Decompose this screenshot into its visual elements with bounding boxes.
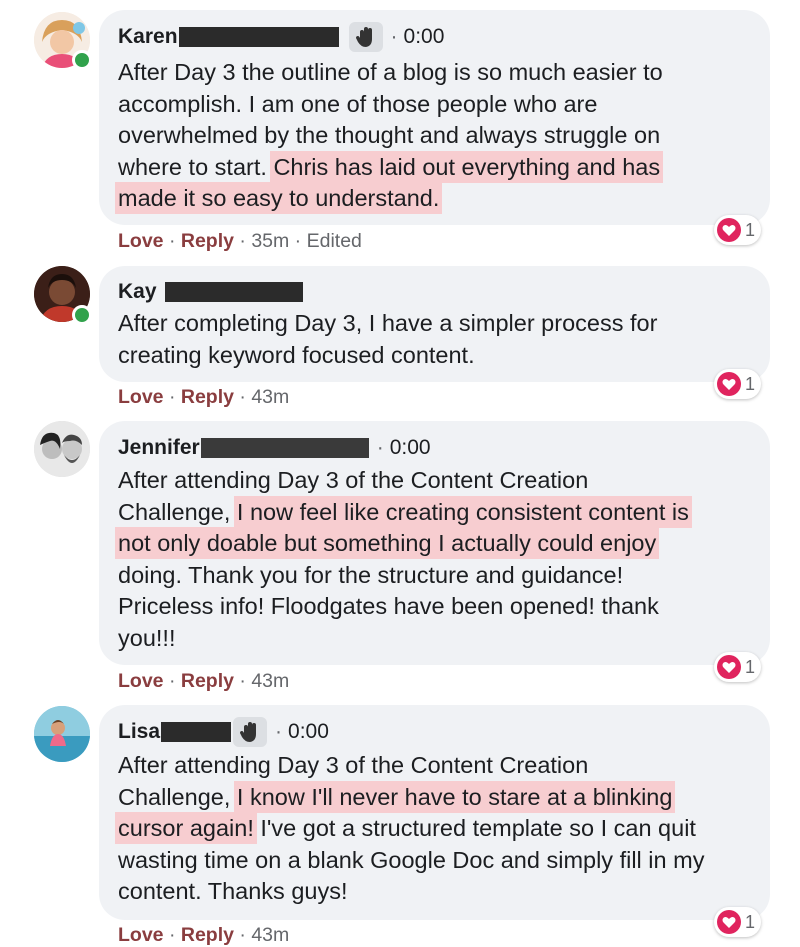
love-action[interactable]: Love <box>118 924 164 946</box>
highlighted-text: Chris has laid out everything and has <box>273 153 661 180</box>
highlighted-text: I now feel like creating consistent cont… <box>236 498 689 525</box>
reaction-badge[interactable]: 1 <box>714 215 762 245</box>
comment-line: you!!! <box>118 624 176 651</box>
redaction-bar <box>161 722 232 742</box>
online-status-dot <box>72 50 92 70</box>
reaction-badge[interactable]: 1 <box>714 907 762 937</box>
comment-text: After attending Day 3 of the Content Cre… <box>118 465 689 654</box>
wave-icon[interactable] <box>233 717 268 747</box>
commenter-name[interactable]: Jennifer <box>118 436 200 460</box>
comment-line: overwhelmed by the thought and always st… <box>118 122 661 148</box>
separator-dot: · <box>376 436 384 459</box>
reaction-count: 1 <box>745 219 756 240</box>
comment-line: After attending Day 3 of the Content Cre… <box>118 752 589 778</box>
highlighted-text: made it so easy to understand. <box>118 185 440 211</box>
reply-action[interactable]: Reply <box>181 386 234 408</box>
comment-line: After Day 3 the outline of a blog is so … <box>118 59 663 85</box>
voice-clip-time[interactable]: 0:00 <box>288 720 329 744</box>
separator-dot: · <box>275 720 283 743</box>
redaction-bar <box>178 27 339 47</box>
comment-timestamp[interactable]: 43m <box>251 670 289 692</box>
redaction-bar <box>200 438 369 458</box>
comment-line: After attending Day 3 of the Content Cre… <box>118 467 589 493</box>
comment-line: Priceless info! Floodgates have been ope… <box>118 593 659 619</box>
edited-label[interactable]: Edited <box>307 230 362 252</box>
heart-icon <box>717 372 741 396</box>
comment-timestamp[interactable]: 43m <box>251 924 289 946</box>
avatar[interactable] <box>34 706 90 762</box>
reply-action[interactable]: Reply <box>181 670 234 692</box>
comment-header: Karen · 0:00 <box>118 22 444 52</box>
comment-line: where to start. Chris has laid out every… <box>118 153 661 180</box>
commenter-name[interactable]: Kay <box>118 280 157 304</box>
comment-line: cursor again! I've got a structured temp… <box>118 815 696 841</box>
love-action[interactable]: Love <box>118 670 164 692</box>
highlighted-text: I know I'll never have to stare at a bli… <box>236 783 673 810</box>
reply-action[interactable]: Reply <box>181 924 234 946</box>
comment-line: doing. Thank you for the structure and g… <box>118 561 624 588</box>
separator-dot: · <box>390 25 398 48</box>
heart-icon <box>717 655 741 679</box>
comment-actions: Love · Reply · 43m <box>118 386 290 408</box>
redaction-bar <box>164 282 303 302</box>
wave-icon[interactable] <box>348 22 383 52</box>
comment-timestamp[interactable]: 35m <box>251 230 289 252</box>
highlighted-text: cursor again! <box>118 815 254 841</box>
comment-header: Kay <box>118 277 303 307</box>
highlighted-text: not only doable but something I actually… <box>118 530 657 556</box>
reaction-count: 1 <box>745 373 756 394</box>
comment-text: After attending Day 3 of the Content Cre… <box>118 750 704 908</box>
comment-text: After completing Day 3, I have a simpler… <box>118 308 657 371</box>
avatar-photo <box>34 706 90 762</box>
comment-text: After Day 3 the outline of a blog is so … <box>118 57 663 215</box>
commenter-name[interactable]: Karen <box>118 25 178 49</box>
reaction-badge[interactable]: 1 <box>714 652 762 682</box>
avatar-photo <box>34 421 90 477</box>
reaction-count: 1 <box>745 911 756 932</box>
heart-icon <box>717 910 741 934</box>
reply-action[interactable]: Reply <box>181 230 234 252</box>
avatar[interactable] <box>34 421 90 477</box>
comment-actions: Love · Reply · 43m <box>118 670 290 692</box>
voice-clip-time[interactable]: 0:00 <box>390 436 431 460</box>
comment-line: accomplish. I am one of those people who… <box>118 90 598 117</box>
comment-header: Lisa · 0:00 <box>118 717 329 747</box>
comment-line: not only doable but something I actually… <box>118 528 689 560</box>
reaction-badge[interactable]: 1 <box>714 369 762 399</box>
comment-timestamp[interactable]: 43m <box>251 386 289 408</box>
love-action[interactable]: Love <box>118 230 164 252</box>
comment-line: creating keyword focused content. <box>118 341 475 368</box>
comment-actions: Love · Reply · 35m · Edited <box>118 230 362 252</box>
reaction-count: 1 <box>745 656 756 677</box>
heart-icon <box>717 218 741 242</box>
comment-line: After completing Day 3, I have a simpler… <box>118 310 658 336</box>
comment-line: wasting time on a blank Google Doc and s… <box>118 846 705 873</box>
voice-clip-time[interactable]: 0:00 <box>404 25 445 49</box>
comment-header: Jennifer · 0:00 <box>118 433 431 463</box>
love-action[interactable]: Love <box>118 386 164 408</box>
comment-line: Challenge, I know I'll never have to sta… <box>118 783 673 810</box>
comment-line: made it so easy to understand. <box>118 183 663 215</box>
commenter-name[interactable]: Lisa <box>118 720 160 744</box>
comment-line: content. Thanks guys! <box>118 878 348 904</box>
online-status-dot <box>72 305 92 325</box>
comment-line: Challenge, I now feel like creating cons… <box>118 498 689 525</box>
